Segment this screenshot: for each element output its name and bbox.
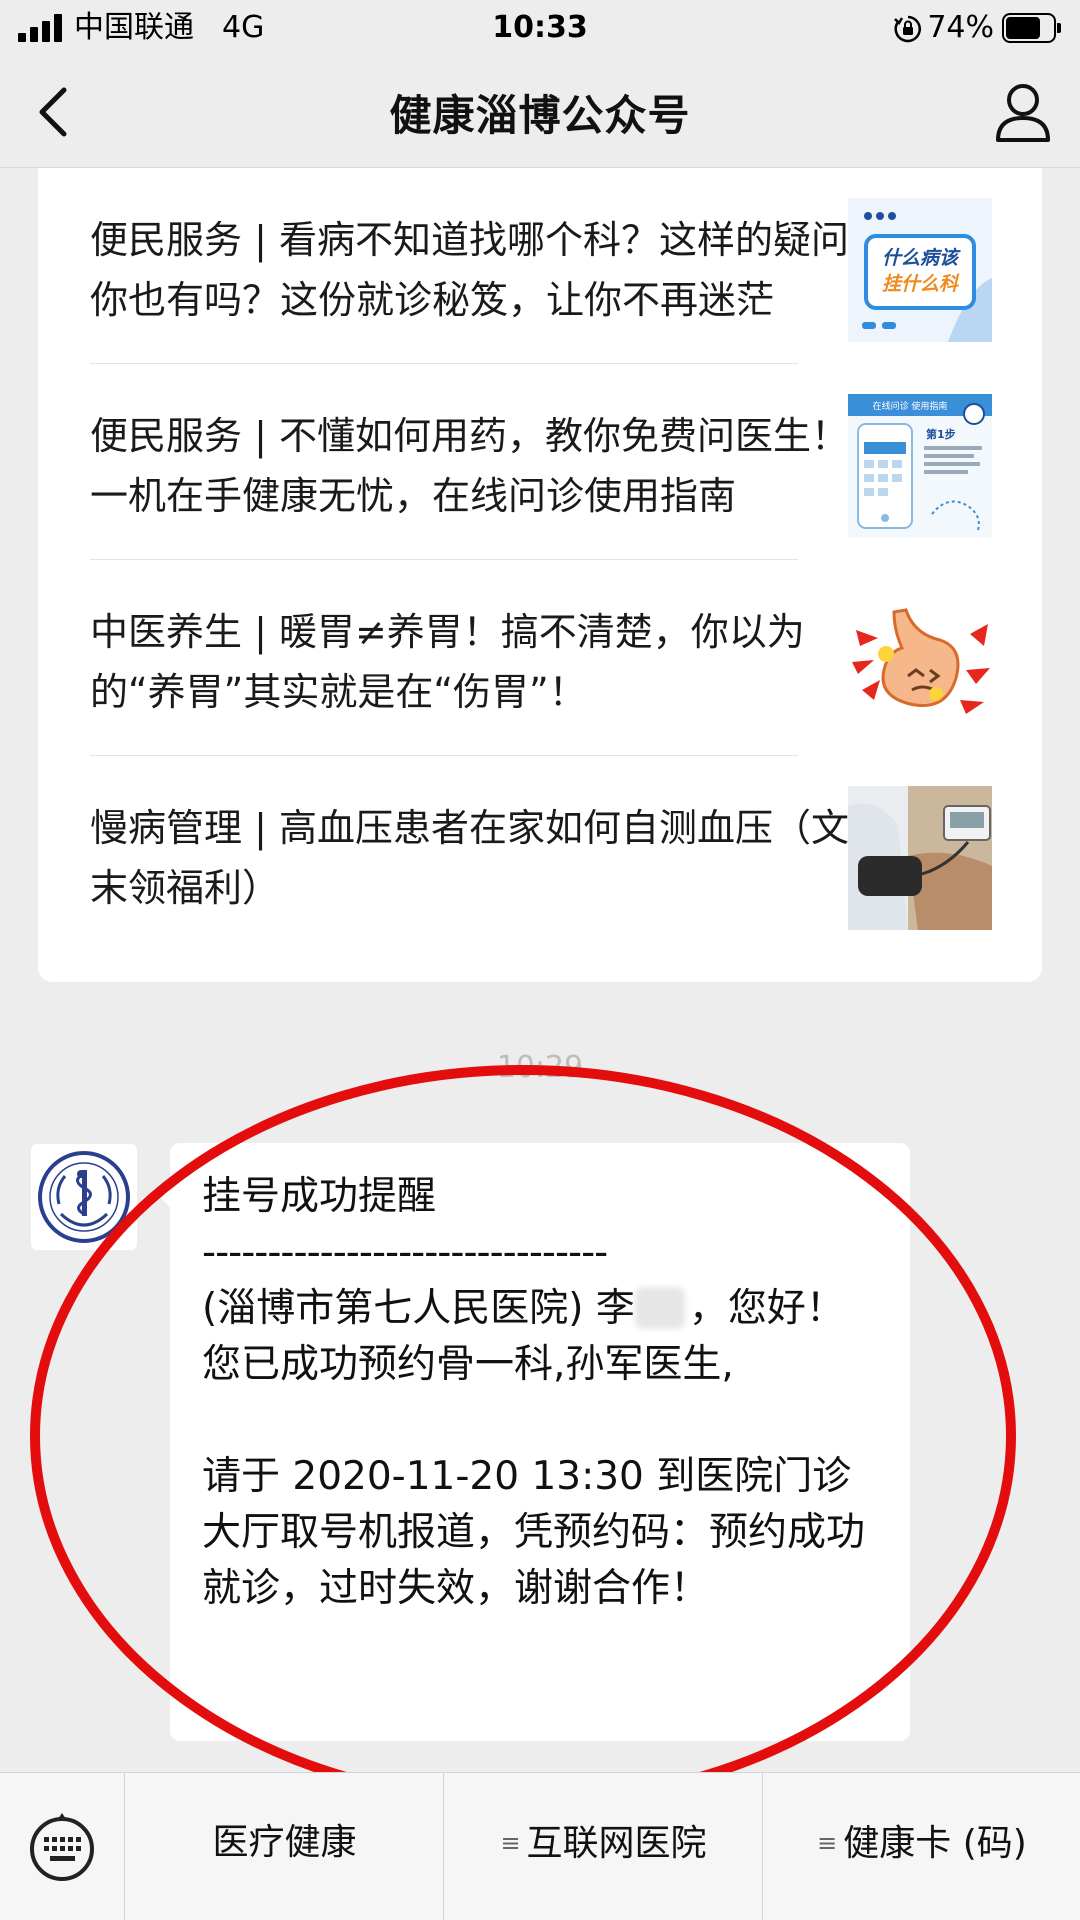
menu-tab-internet-hospital[interactable]: ≡ 互联网医院 (445, 1773, 763, 1920)
article-item[interactable]: 便民服务 | 看病不知道找哪个科？这样的疑问你也有吗？这份就诊秘笈，让你不再迷茫… (38, 168, 1042, 364)
message-greeting: (淄博市第七人民医院) 李，您好！您已成功预约骨一科,孙军医生, (202, 1281, 878, 1393)
message-title: 挂号成功提醒 (202, 1174, 437, 1219)
article-title[interactable]: 便民服务 | 不懂如何用药，教你免费问医生！一机在手健康无忧，在线问诊使用指南 (90, 406, 850, 526)
redacted-name (634, 1287, 685, 1329)
message-hospital-name: (淄博市第七人民医院) 李 (202, 1286, 635, 1331)
status-bar: 中国联通 4G 10:33 74% (0, 0, 1080, 58)
health-commission-logo (38, 1151, 130, 1243)
page-title: 健康淄博公众号 (389, 91, 691, 140)
menu-tab-label: 健康卡 (码) (843, 1823, 1027, 1864)
svg-text:什么病该: 什么病该 (882, 247, 961, 269)
orientation-lock-icon (894, 15, 921, 43)
keyboard-icon (30, 1813, 94, 1881)
article-list-card: 便民服务 | 看病不知道找哪个科？这样的疑问你也有吗？这份就诊秘笈，让你不再迷茫… (38, 168, 1042, 982)
article-item[interactable]: 慢病管理 | 高血压患者在家如何自测血压（文末领福利） (38, 756, 1042, 952)
article-title[interactable]: 中医养生 | 暖胃≠养胃！搞不清楚，你以为的“养胃”其实就是在“伤胃”！ (90, 602, 850, 722)
article-title[interactable]: 便民服务 | 看病不知道找哪个科？这样的疑问你也有吗？这份就诊秘笈，让你不再迷茫 (90, 210, 850, 330)
article-thumbnail-blood-pressure[interactable] (848, 786, 992, 930)
article-thumbnail-department-guide[interactable]: 什么病该 挂什么科 (848, 198, 992, 342)
menu-tab-medical-health[interactable]: 医疗健康 (126, 1773, 444, 1920)
article-thumbnail-stomach[interactable] (848, 590, 992, 734)
menu-lines-icon: ≡ (500, 1829, 521, 1857)
profile-icon[interactable] (988, 78, 1058, 148)
article-title[interactable]: 慢病管理 | 高血压患者在家如何自测血压（文末领福利） (90, 798, 850, 918)
article-item[interactable]: 中医养生 | 暖胃≠养胃！搞不清楚，你以为的“养胃”其实就是在“伤胃”！ (38, 560, 1042, 756)
message-bubble[interactable]: 挂号成功提醒 ------------------------------- (… (156, 1143, 910, 1741)
message-appointment-instructions: 请于 2020-11-20 13:30 到医院门诊大厅取号机报道，凭预约码：预约… (202, 1454, 866, 1611)
article-item[interactable]: 便民服务 | 不懂如何用药，教你免费问医生！一机在手健康无忧，在线问诊使用指南 … (38, 364, 1042, 560)
menu-lines-icon: ≡ (817, 1829, 838, 1857)
svg-text:在线问诊 使用指南: 在线问诊 使用指南 (873, 400, 948, 412)
navigation-bar: 健康淄博公众号 (0, 58, 1080, 168)
wechat-official-account-screen: 中国联通 4G 10:33 74% 健康淄博公众号 便民服务 | 看病不知道找哪… (0, 0, 1080, 1920)
menu-tab-label: 医疗健康 (212, 1822, 357, 1863)
menu-tab-label: 互联网医院 (526, 1823, 707, 1864)
battery-icon (1002, 13, 1062, 43)
battery-percent: 74% (927, 10, 994, 45)
svg-text:第1步: 第1步 (926, 427, 956, 441)
article-thumbnail-online-consult[interactable]: 在线问诊 使用指南 第1步 (848, 394, 992, 538)
sender-avatar[interactable] (31, 1144, 137, 1250)
chat-timestamp: 10:29 (496, 1050, 584, 1085)
bottom-menu: 医疗健康 ≡ 互联网医院 ≡ 健康卡 (码) (0, 1772, 1080, 1920)
svg-text:挂什么科: 挂什么科 (882, 273, 960, 295)
keyboard-toggle-button[interactable] (0, 1773, 125, 1920)
menu-tab-health-card[interactable]: ≡ 健康卡 (码) (764, 1773, 1080, 1920)
battery-fill (1006, 17, 1040, 39)
message-divider: ------------------------------- (202, 1230, 608, 1275)
